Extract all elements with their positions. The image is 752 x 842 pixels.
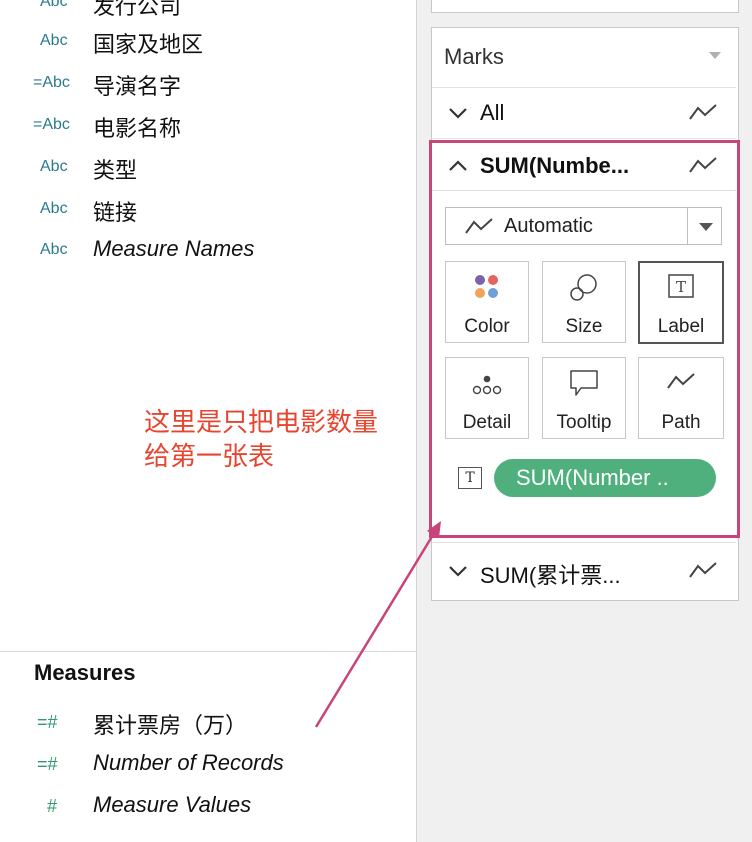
divider: [432, 87, 736, 88]
dimension-field-director[interactable]: =Abc 导演名字: [0, 68, 416, 99]
field-name: Measure Names: [93, 236, 255, 261]
field-name: Measure Values: [93, 792, 252, 817]
string-type-icon: Abc: [40, 158, 68, 175]
annotation-text: 这里是只把电影数量 给第一张表: [144, 405, 378, 473]
field-name: 导演名字: [93, 74, 182, 99]
marks-title: Marks: [444, 44, 504, 69]
field-name: 类型: [93, 158, 138, 183]
annotation-highlight-box: [429, 140, 740, 538]
marks-all-label[interactable]: All: [480, 100, 504, 126]
divider: [432, 542, 736, 543]
dimension-field-country[interactable]: Abc 国家及地区: [0, 26, 416, 57]
marks-second-measure-label[interactable]: SUM(累计票...: [480, 558, 621, 590]
measures-heading: Measures: [34, 660, 136, 685]
chevron-down-icon[interactable]: [446, 559, 470, 583]
dimension-field-measure-names[interactable]: Abc Measure Names: [0, 235, 416, 265]
section-divider: [0, 651, 416, 652]
dimension-field-release-company[interactable]: Abc 发行公司: [0, 0, 416, 19]
field-name: Number of Records: [93, 750, 284, 775]
line-mark-icon: [689, 562, 717, 578]
string-type-icon: Abc: [40, 0, 68, 10]
calculated-number-type-icon: =#: [37, 754, 58, 774]
chevron-down-icon[interactable]: [446, 101, 470, 125]
dimension-field-link[interactable]: Abc 链接: [0, 194, 416, 225]
marks-menu-caret-icon[interactable]: [709, 52, 721, 59]
dimension-field-genre[interactable]: Abc 类型: [0, 152, 416, 183]
string-type-icon: Abc: [40, 32, 68, 49]
measure-field-measure-values[interactable]: # Measure Values: [0, 791, 416, 821]
line-mark-icon: [689, 104, 717, 120]
divider: [432, 138, 736, 139]
field-name: 累计票房（万）: [93, 713, 248, 738]
field-name: 链接: [93, 200, 138, 225]
string-type-icon: Abc: [40, 241, 68, 258]
measure-field-number-of-records[interactable]: =# Number of Records: [0, 749, 416, 779]
number-type-icon: #: [47, 796, 58, 816]
calculated-number-type-icon: =#: [37, 712, 58, 732]
filters-card: [431, 0, 739, 13]
string-type-icon: Abc: [40, 200, 68, 217]
calculated-string-type-icon: =Abc: [33, 116, 70, 133]
field-name: 发行公司: [93, 0, 182, 19]
annotation-line-2: 给第一张表: [144, 441, 275, 471]
field-name: 国家及地区: [93, 32, 204, 57]
annotation-line-1: 这里是只把电影数量: [144, 407, 379, 437]
field-name: 电影名称: [93, 116, 182, 141]
dimension-field-movie-name[interactable]: =Abc 电影名称: [0, 110, 416, 141]
measure-field-cumulative-box-office[interactable]: =# 累计票房（万）: [0, 707, 416, 738]
calculated-string-type-icon: =Abc: [33, 74, 70, 91]
